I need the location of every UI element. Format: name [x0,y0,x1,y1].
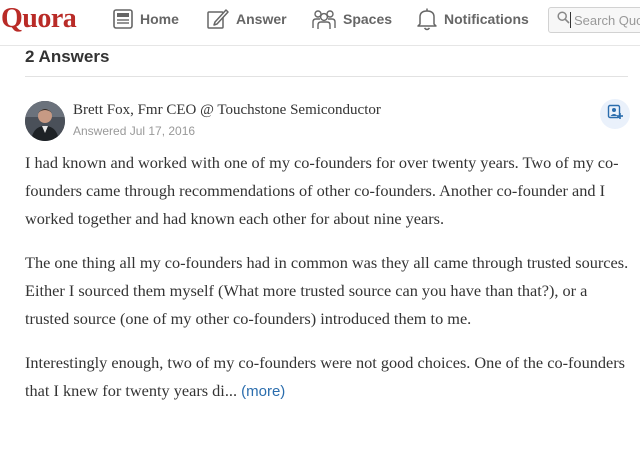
bell-icon [416,7,438,31]
search-icon [549,11,570,29]
nav-home[interactable]: Home [112,4,179,34]
nav-spaces[interactable]: Spaces [311,4,392,34]
avatar[interactable] [25,101,65,141]
answer-paragraph-text: Interestingly enough, two of my co-found… [25,353,625,400]
search-input[interactable] [570,12,640,28]
answer-paragraph: The one thing all my co-founders had in … [25,253,629,328]
author-name[interactable]: Brett Fox, Fmr CEO @ Touchstone Semicond… [73,102,381,119]
pencil-icon [206,7,230,31]
add-person-icon [607,104,623,125]
divider [25,76,628,77]
answered-date[interactable]: Answered Jul 17, 2016 [73,124,195,138]
answer-body: I had known and worked with one of my co… [25,149,629,422]
nav-answer-label: Answer [236,11,287,27]
search-box[interactable] [548,7,640,33]
top-navigation-bar: Quora Home Answer Spaces Notifications S… [0,0,640,46]
follow-author-button[interactable] [600,99,630,129]
answer-paragraph: I had known and worked with one of my co… [25,153,619,228]
answers-count-heading: 2 Answers [25,47,110,66]
more-link[interactable]: (more) [241,383,285,400]
nav-answer[interactable]: Answer [206,4,287,34]
nav-notifications-label: Notifications [444,11,529,27]
nav-home-label: Home [140,11,179,27]
nav-notifications[interactable]: Notifications [416,4,529,34]
quora-logo[interactable]: Quora [1,2,77,36]
home-icon [112,8,134,30]
people-icon [311,7,337,31]
nav-spaces-label: Spaces [343,11,393,27]
answer-paragraph-truncated: Interestingly enough, two of my co-found… [25,349,629,406]
